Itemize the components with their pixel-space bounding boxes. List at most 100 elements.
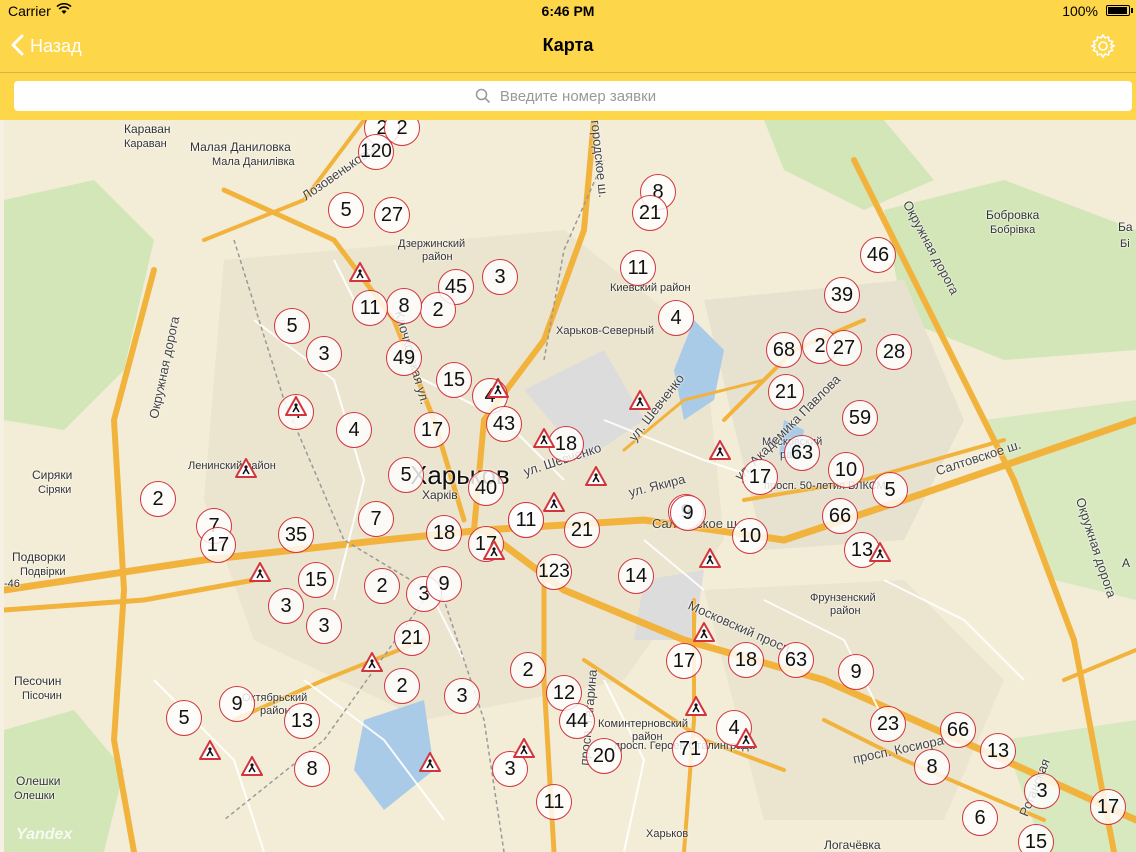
- cluster-marker[interactable]: 5: [274, 308, 310, 344]
- cluster-marker[interactable]: 27: [826, 330, 862, 366]
- cluster-marker[interactable]: 9: [838, 654, 874, 690]
- cluster-marker[interactable]: 18: [426, 515, 462, 551]
- cluster-marker[interactable]: 15: [298, 562, 334, 598]
- map-label-bobrovka-ua: Бобрівка: [990, 224, 1036, 236]
- cluster-marker[interactable]: 9: [670, 495, 706, 531]
- cluster-marker[interactable]: 15: [1018, 824, 1054, 852]
- cluster-marker[interactable]: 46: [860, 237, 896, 273]
- cluster-marker[interactable]: 15: [436, 362, 472, 398]
- cluster-marker[interactable]: 2: [384, 668, 420, 704]
- gear-icon[interactable]: [1090, 33, 1116, 59]
- road-works-icon[interactable]: [483, 540, 505, 560]
- cluster-marker[interactable]: 5: [872, 472, 908, 508]
- cluster-marker[interactable]: 66: [822, 498, 858, 534]
- map-label-bobrovka: Бобровка: [986, 208, 1040, 222]
- cluster-marker[interactable]: 9: [426, 566, 462, 602]
- cluster-marker[interactable]: 59: [842, 400, 878, 436]
- road-works-icon[interactable]: [487, 378, 509, 398]
- cluster-marker[interactable]: 10: [828, 452, 864, 488]
- cluster-marker[interactable]: 4: [336, 412, 372, 448]
- cluster-marker[interactable]: 7: [358, 501, 394, 537]
- cluster-marker[interactable]: 5: [388, 457, 424, 493]
- status-time: 6:46 PM: [541, 3, 595, 19]
- cluster-marker[interactable]: 40: [468, 470, 504, 506]
- cluster-marker[interactable]: 5: [328, 192, 364, 228]
- cluster-marker[interactable]: 11: [536, 784, 572, 820]
- cluster-marker[interactable]: 6: [962, 800, 998, 836]
- road-works-icon[interactable]: [869, 542, 891, 562]
- road-works-icon[interactable]: [693, 622, 715, 642]
- cluster-marker[interactable]: 17: [742, 459, 778, 495]
- cluster-marker[interactable]: 68: [766, 332, 802, 368]
- cluster-marker[interactable]: 21: [564, 512, 600, 548]
- cluster-marker[interactable]: 5: [166, 700, 202, 736]
- cluster-marker[interactable]: 17: [666, 643, 702, 679]
- map-label-frunzensky-2: район: [830, 605, 861, 617]
- cluster-marker[interactable]: 63: [778, 642, 814, 678]
- cluster-marker[interactable]: 44: [559, 703, 595, 739]
- cluster-marker[interactable]: 17: [200, 527, 236, 563]
- road-works-icon[interactable]: [235, 458, 257, 478]
- cluster-marker[interactable]: 4: [658, 300, 694, 336]
- cluster-marker[interactable]: 8: [386, 288, 422, 324]
- cluster-marker[interactable]: 23: [870, 706, 906, 742]
- cluster-marker[interactable]: 8: [294, 751, 330, 787]
- cluster-marker[interactable]: 35: [278, 517, 314, 553]
- search-input[interactable]: [14, 81, 1132, 111]
- cluster-marker[interactable]: 20: [586, 738, 622, 774]
- cluster-marker[interactable]: 3: [444, 678, 480, 714]
- cluster-marker[interactable]: 3: [306, 336, 342, 372]
- road-works-icon[interactable]: [361, 652, 383, 672]
- road-works-icon[interactable]: [629, 390, 651, 410]
- cluster-marker[interactable]: 123: [536, 554, 572, 590]
- cluster-marker[interactable]: 28: [876, 334, 912, 370]
- cluster-marker[interactable]: 10: [732, 518, 768, 554]
- cluster-marker[interactable]: 2: [510, 652, 546, 688]
- cluster-marker[interactable]: 3: [482, 259, 518, 295]
- cluster-marker[interactable]: 14: [618, 558, 654, 594]
- road-works-icon[interactable]: [585, 466, 607, 486]
- road-works-icon[interactable]: [349, 262, 371, 282]
- road-works-icon[interactable]: [735, 728, 757, 748]
- cluster-marker[interactable]: 63: [784, 435, 820, 471]
- cluster-marker[interactable]: 11: [352, 290, 388, 326]
- cluster-marker[interactable]: 18: [728, 642, 764, 678]
- cluster-marker[interactable]: 3: [1024, 773, 1060, 809]
- road-works-icon[interactable]: [285, 396, 307, 416]
- cluster-marker[interactable]: 21: [768, 374, 804, 410]
- map-view[interactable]: Yandex Караван Караван Малая Даниловка Мала…: [4, 120, 1136, 852]
- cluster-marker[interactable]: 13: [284, 703, 320, 739]
- road-works-icon[interactable]: [699, 548, 721, 568]
- road-works-icon[interactable]: [513, 738, 535, 758]
- road-works-icon[interactable]: [241, 756, 263, 776]
- cluster-marker[interactable]: 13: [980, 733, 1016, 769]
- road-works-icon[interactable]: [199, 740, 221, 760]
- road-works-icon[interactable]: [249, 562, 271, 582]
- cluster-marker[interactable]: 2: [420, 292, 456, 328]
- road-works-icon[interactable]: [419, 752, 441, 772]
- cluster-marker[interactable]: 66: [940, 712, 976, 748]
- cluster-marker[interactable]: 3: [306, 608, 342, 644]
- map-label-kharkov-bottom: Харьков: [646, 828, 689, 840]
- cluster-marker[interactable]: 39: [824, 277, 860, 313]
- road-works-icon[interactable]: [543, 492, 565, 512]
- road-works-icon[interactable]: [533, 428, 555, 448]
- cluster-marker[interactable]: 8: [914, 749, 950, 785]
- cluster-marker[interactable]: 11: [620, 250, 656, 286]
- cluster-marker[interactable]: 9: [219, 686, 255, 722]
- cluster-marker[interactable]: 3: [268, 588, 304, 624]
- cluster-marker[interactable]: 2: [364, 568, 400, 604]
- cluster-marker[interactable]: 11: [508, 502, 544, 538]
- cluster-marker[interactable]: 49: [386, 340, 422, 376]
- cluster-marker[interactable]: 17: [414, 412, 450, 448]
- cluster-marker[interactable]: 17: [1090, 789, 1126, 825]
- cluster-marker[interactable]: 21: [394, 620, 430, 656]
- cluster-marker[interactable]: 71: [672, 731, 708, 767]
- cluster-marker[interactable]: 21: [632, 195, 668, 231]
- road-works-icon[interactable]: [685, 696, 707, 716]
- cluster-marker[interactable]: 27: [374, 197, 410, 233]
- road-works-icon[interactable]: [709, 440, 731, 460]
- cluster-marker[interactable]: 2: [140, 481, 176, 517]
- cluster-marker[interactable]: 43: [486, 406, 522, 442]
- cluster-marker[interactable]: 120: [358, 134, 394, 170]
